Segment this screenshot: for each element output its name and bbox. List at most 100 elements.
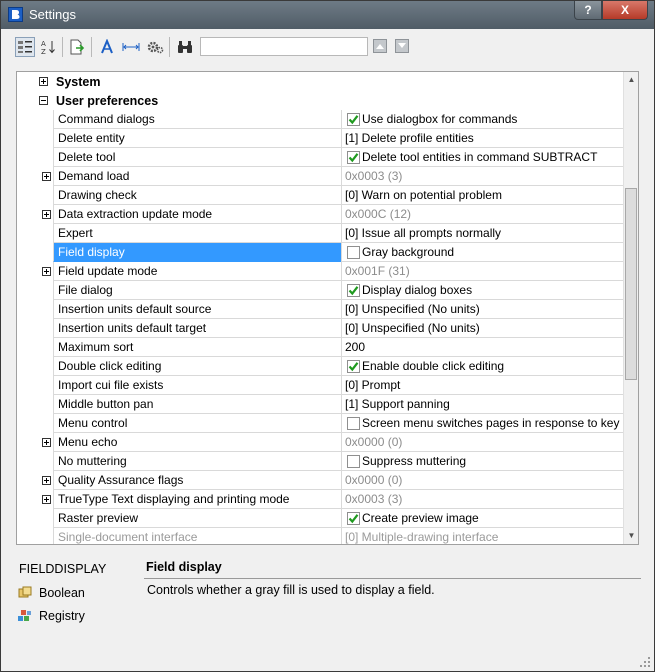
find-next-button[interactable]: [395, 39, 409, 53]
property-row[interactable]: Single-document interface [0] Multiple-dr…: [17, 528, 624, 544]
property-name-cell[interactable]: TrueType Text displaying and printing mo…: [53, 490, 341, 509]
property-row[interactable]: Expert [0] Issue all prompts normally: [17, 224, 624, 243]
property-row[interactable]: Quality Assurance flags 0x0000 (0): [17, 471, 624, 490]
scroll-thumb[interactable]: [625, 188, 637, 380]
checkbox-checked[interactable]: [347, 360, 360, 373]
property-value-cell[interactable]: [0] Multiple-drawing interface: [341, 528, 624, 544]
property-value-cell[interactable]: Gray background: [341, 243, 624, 262]
property-name-cell[interactable]: Middle button pan: [53, 395, 341, 414]
property-row[interactable]: Command dialogs Use dialogbox for command…: [17, 110, 624, 129]
property-row[interactable]: Field display Gray background: [17, 243, 624, 262]
help-button[interactable]: ?: [574, 1, 602, 20]
property-value-cell[interactable]: [0] Unspecified (No units): [341, 300, 624, 319]
checkbox-checked[interactable]: [347, 113, 360, 126]
expand-plus-icon[interactable]: [42, 267, 51, 276]
property-value-cell[interactable]: 0x0000 (0): [341, 433, 624, 452]
property-name-cell[interactable]: Field display: [53, 243, 341, 262]
checkbox-unchecked[interactable]: [347, 246, 360, 259]
property-row[interactable]: Delete tool Delete tool entities in comma…: [17, 148, 624, 167]
property-value-cell[interactable]: Display dialog boxes: [341, 281, 624, 300]
property-name-cell[interactable]: Insertion units default source: [53, 300, 341, 319]
categorized-view-icon[interactable]: [15, 37, 35, 57]
property-name-cell[interactable]: Quality Assurance flags: [53, 471, 341, 490]
export-icon[interactable]: [67, 37, 87, 57]
settings-gear-icon[interactable]: [145, 37, 165, 57]
property-row[interactable]: Maximum sort 200: [17, 338, 624, 357]
checkbox-checked[interactable]: [347, 284, 360, 297]
property-row[interactable]: Insertion units default source [0] Unspec…: [17, 300, 624, 319]
property-value-cell[interactable]: 0x0000 (0): [341, 471, 624, 490]
property-name-cell[interactable]: Expert: [53, 224, 341, 243]
property-name-cell[interactable]: Import cui file exists: [53, 376, 341, 395]
collapse-minus-icon[interactable]: [39, 96, 48, 105]
property-row[interactable]: Double click editing Enable double click …: [17, 357, 624, 376]
property-row[interactable]: File dialog Display dialog boxes: [17, 281, 624, 300]
scroll-down-icon[interactable]: ▼: [624, 528, 638, 544]
property-value-cell[interactable]: [0] Warn on potential problem: [341, 186, 624, 205]
property-value-cell[interactable]: Suppress muttering: [341, 452, 624, 471]
property-row[interactable]: Menu control Screen menu switches pages i…: [17, 414, 624, 433]
expand-plus-icon[interactable]: [42, 210, 51, 219]
property-row[interactable]: Field update mode 0x001F (31): [17, 262, 624, 281]
property-name-cell[interactable]: Single-document interface: [53, 528, 341, 544]
checkbox-checked[interactable]: [347, 151, 360, 164]
property-value-cell[interactable]: [1] Delete profile entities: [341, 129, 624, 148]
property-name-cell[interactable]: Raster preview: [53, 509, 341, 528]
property-value-cell[interactable]: 200: [341, 338, 624, 357]
scroll-up-icon[interactable]: ▲: [624, 72, 638, 88]
property-name-cell[interactable]: No muttering: [53, 452, 341, 471]
property-value-cell[interactable]: 0x001F (31): [341, 262, 624, 281]
property-name-cell[interactable]: Menu control: [53, 414, 341, 433]
property-row[interactable]: Drawing check [0] Warn on potential probl…: [17, 186, 624, 205]
find-binoculars-icon[interactable]: [175, 37, 195, 57]
property-value-cell[interactable]: [0] Prompt: [341, 376, 624, 395]
property-row[interactable]: Menu echo 0x0000 (0): [17, 433, 624, 452]
property-row[interactable]: TrueType Text displaying and printing mo…: [17, 490, 624, 509]
search-input[interactable]: [200, 37, 368, 56]
expand-plus-icon[interactable]: [42, 438, 51, 447]
property-row[interactable]: Demand load 0x0003 (3): [17, 167, 624, 186]
property-name-cell[interactable]: Field update mode: [53, 262, 341, 281]
property-name-cell[interactable]: Menu echo: [53, 433, 341, 452]
find-previous-button[interactable]: [373, 39, 387, 53]
property-row[interactable]: Raster preview Create preview image: [17, 509, 624, 528]
property-name-cell[interactable]: Drawing check: [53, 186, 341, 205]
property-name-cell[interactable]: Command dialogs: [53, 110, 341, 129]
property-name-cell[interactable]: Delete entity: [53, 129, 341, 148]
property-row[interactable]: No muttering Suppress muttering: [17, 452, 624, 471]
close-button[interactable]: X: [602, 1, 648, 20]
property-value-cell[interactable]: 0x0003 (3): [341, 167, 624, 186]
property-value-cell[interactable]: Use dialogbox for commands: [341, 110, 624, 129]
property-name-cell[interactable]: Maximum sort: [53, 338, 341, 357]
property-value-cell[interactable]: 0x0003 (3): [341, 490, 624, 509]
property-name-cell[interactable]: Data extraction update mode: [53, 205, 341, 224]
property-row[interactable]: Middle button pan [1] Support panning: [17, 395, 624, 414]
checkbox-unchecked[interactable]: [347, 417, 360, 430]
property-row[interactable]: Data extraction update mode 0x000C (12): [17, 205, 624, 224]
dimension-icon[interactable]: [121, 37, 141, 57]
checkbox-unchecked[interactable]: [347, 455, 360, 468]
property-value-cell[interactable]: Screen menu switches pages in response t…: [341, 414, 624, 433]
property-name-cell[interactable]: File dialog: [53, 281, 341, 300]
property-row[interactable]: Delete entity [1] Delete profile entities: [17, 129, 624, 148]
expand-plus-icon[interactable]: [42, 476, 51, 485]
property-value-cell[interactable]: Delete tool entities in command SUBTRACT: [341, 148, 624, 167]
property-value-cell[interactable]: Enable double click editing: [341, 357, 624, 376]
expand-plus-icon[interactable]: [42, 172, 51, 181]
property-row[interactable]: Insertion units default target [0] Unspec…: [17, 319, 624, 338]
checkbox-checked[interactable]: [347, 512, 360, 525]
expand-plus-icon[interactable]: [42, 495, 51, 504]
vertical-scrollbar[interactable]: ▲ ▼: [623, 72, 638, 544]
drawing-settings-icon[interactable]: [97, 37, 117, 57]
property-value-cell[interactable]: [1] Support panning: [341, 395, 624, 414]
property-name-cell[interactable]: Double click editing: [53, 357, 341, 376]
expand-plus-icon[interactable]: [39, 77, 48, 86]
property-name-cell[interactable]: Delete tool: [53, 148, 341, 167]
property-name-cell[interactable]: Demand load: [53, 167, 341, 186]
property-name-cell[interactable]: Insertion units default target: [53, 319, 341, 338]
property-value-cell[interactable]: 0x000C (12): [341, 205, 624, 224]
group-user-preferences[interactable]: User preferences: [17, 92, 623, 111]
alphabetical-sort-icon[interactable]: AZ: [38, 37, 58, 57]
resize-grip-icon[interactable]: [640, 657, 650, 667]
title-bar[interactable]: Settings ? X: [1, 1, 654, 29]
